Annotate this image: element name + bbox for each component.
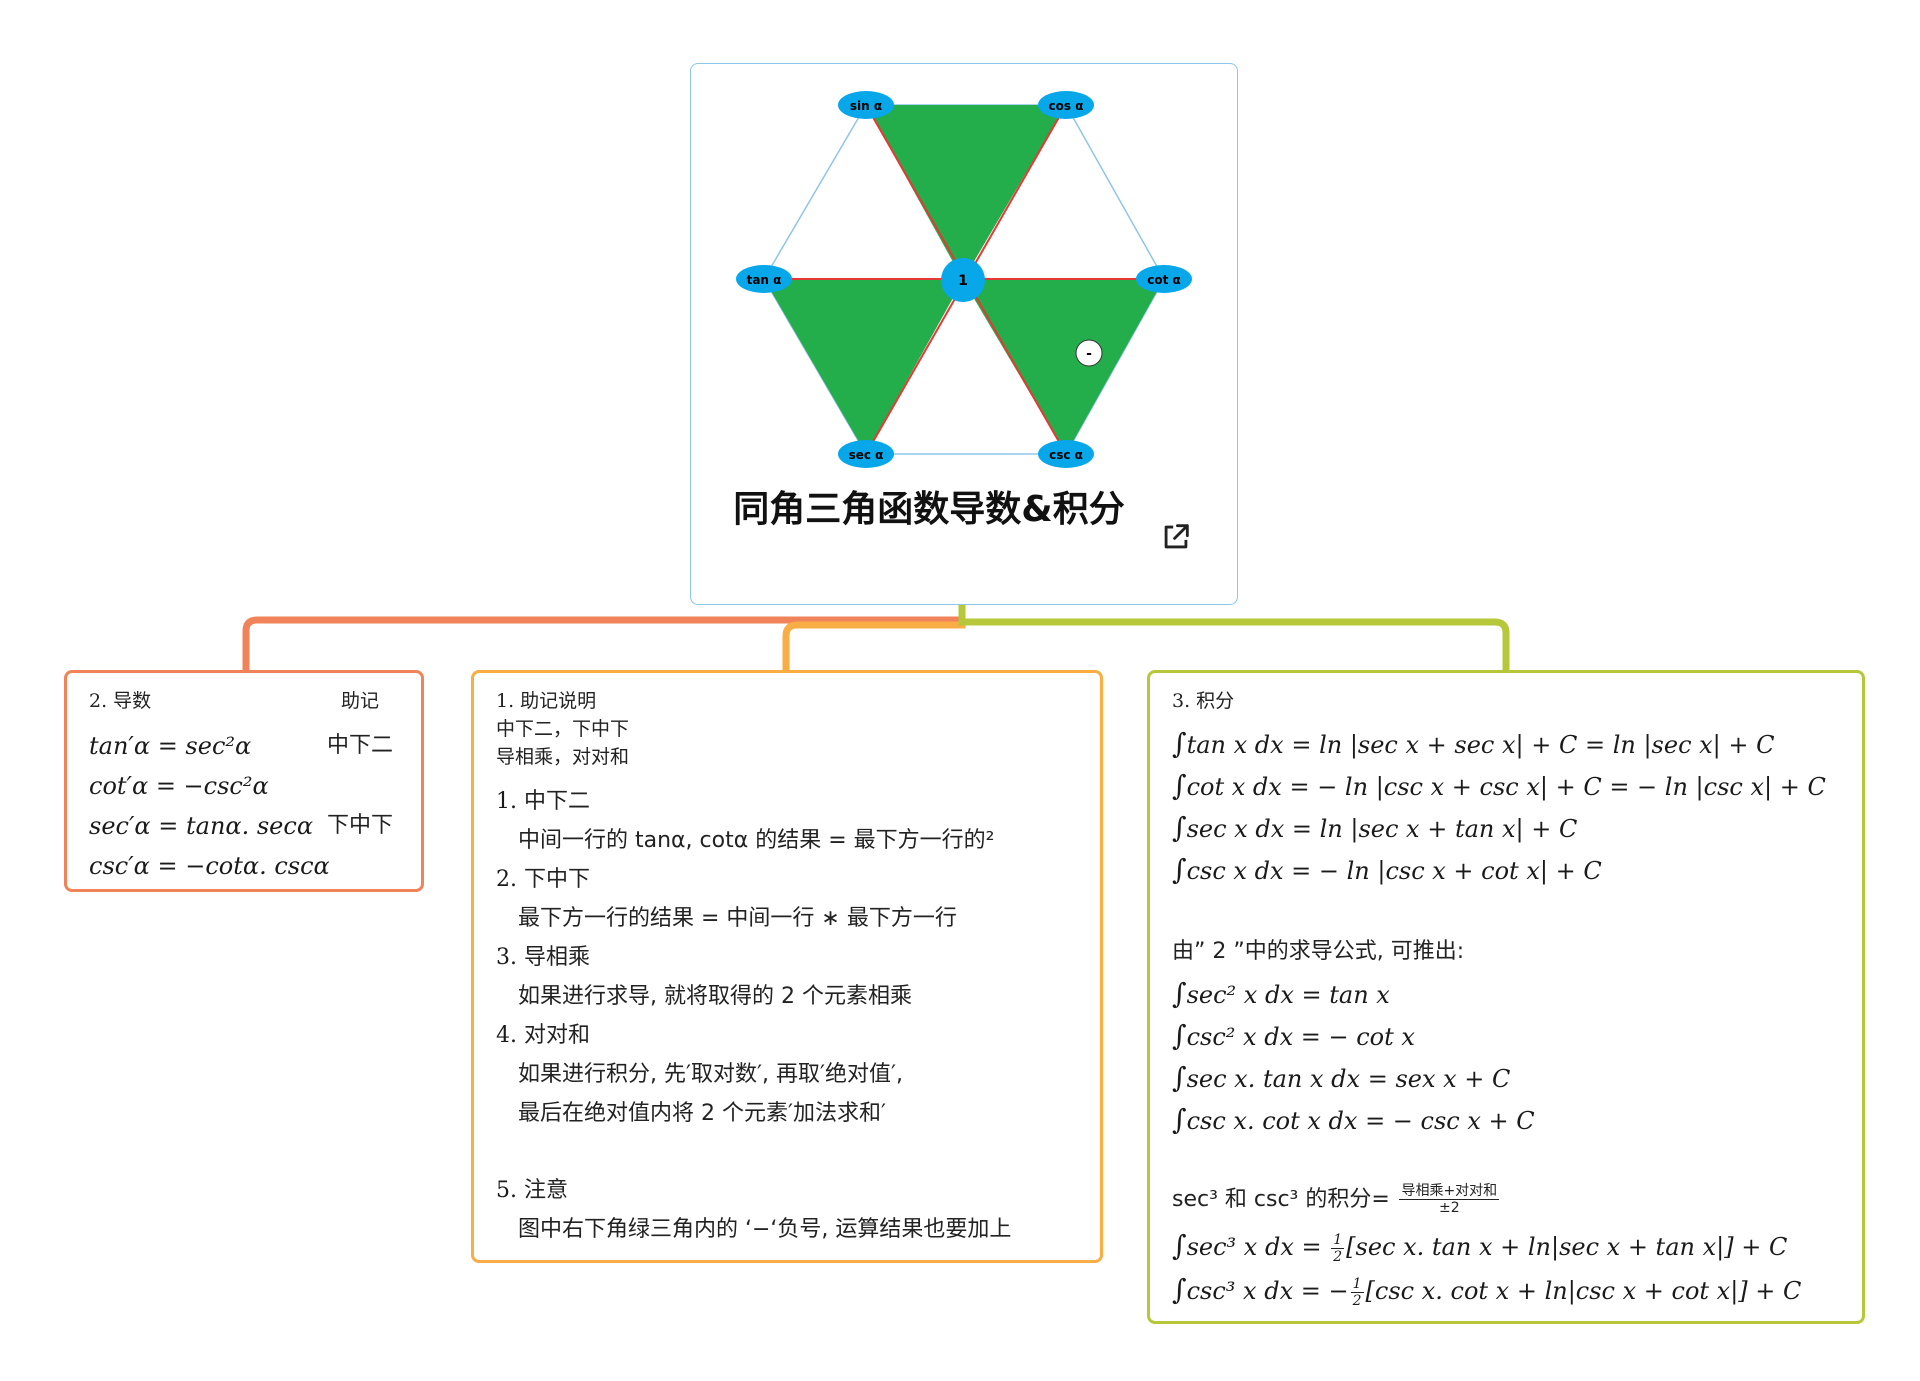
node-cos: cos α — [1038, 91, 1094, 119]
integral-cube-intro: sec³ 和 csc³ 的积分= 导相乘+对对和 ±2 — [1172, 1183, 1500, 1216]
node-cot: cot α — [1136, 265, 1192, 293]
node-csc: csc α — [1038, 440, 1094, 468]
branch-integral[interactable]: 3. 积分 ∫tan x dx = ln |sec x + sec x| + C… — [1147, 670, 1865, 1324]
triangle-top — [866, 105, 1066, 280]
mnemonic-item-3-desc: 如果进行求导, 就将取得的 2 个元素相乘 — [518, 984, 912, 1009]
svg-text:cot α: cot α — [1147, 273, 1181, 287]
cube-fraction: 导相乘+对对和 ±2 — [1399, 1183, 1500, 1216]
node-tan: tan α — [736, 265, 792, 293]
node-sec: sec α — [838, 440, 894, 468]
connector-mnemonic — [782, 605, 966, 670]
connector-integral — [958, 605, 1510, 670]
mnemonic-item-3: 3. 导相乘 — [496, 945, 591, 970]
svg-text:tan α: tan α — [747, 273, 782, 287]
svg-text:sec α: sec α — [849, 448, 884, 462]
integral-formula-3: ∫sec x dx = ln |sec x + tan x| + C — [1172, 811, 1578, 844]
mnemonic-item-1: 1. 中下二 — [496, 789, 591, 814]
derivative-formula-3: sec′α = tanα. secα — [89, 812, 314, 840]
derivative-formula-2: cot′α = −csc²α — [89, 772, 269, 800]
integral-formula-2: ∫cot x dx = − ln |csc x + csc x| + C = −… — [1172, 769, 1826, 802]
branch-derivative[interactable]: 2. 导数 助记 tan′α = sec²α 中下二 cot′α = −csc²… — [64, 670, 424, 892]
mnemonic-item-2: 2. 下中下 — [496, 867, 591, 892]
svg-text:csc α: csc α — [1049, 448, 1083, 462]
hexagon-diagram: sin α cos α tan α cot α sec α csc α 1 - — [736, 91, 1192, 468]
integral-cube-csc: ∫csc³ x dx = −1 2 [csc x. cot x + ln|csc x… — [1172, 1273, 1802, 1309]
derivative-heading: 2. 导数 — [89, 690, 152, 712]
derivative-mnemonic-heading: 助记 — [341, 690, 380, 712]
derivative-note-1: 中下二 — [327, 733, 394, 758]
svg-text:sin α: sin α — [850, 99, 882, 113]
svg-text:cos α: cos α — [1049, 99, 1084, 113]
mnemonic-item-5: 5. 注意 — [496, 1178, 569, 1203]
derivative-formula-1: tan′α = sec²α — [89, 732, 252, 760]
integral-derived-intro: 由” 2 ”中的求导公式, 可推出: — [1172, 939, 1465, 964]
mnemonic-item-4-desc-1: 如果进行积分, 先′取对数′, 再取′绝对值′, — [518, 1062, 903, 1087]
minus-marker: - — [1075, 339, 1103, 367]
mnemonic-item-4-desc-2: 最后在绝对值内将 2 个元素′加法求和′ — [518, 1101, 886, 1126]
node-one: 1 — [941, 258, 985, 302]
integral-derived-3: ∫sec x. tan x dx = sex x + C — [1172, 1061, 1511, 1094]
triangle-right — [963, 279, 1164, 454]
mnemonic-heading-2: 中下二，下中下 — [496, 718, 630, 740]
integral-heading: 3. 积分 — [1172, 690, 1235, 712]
mnemonic-item-4: 4. 对对和 — [496, 1023, 591, 1048]
derivative-note-3: 下中下 — [327, 813, 394, 838]
mnemonic-heading-3: 导相乘，对对和 — [496, 746, 630, 768]
svg-text:-: - — [1086, 346, 1092, 362]
integral-formula-1: ∫tan x dx = ln |sec x + sec x| + C = ln … — [1172, 727, 1775, 760]
mnemonic-item-5-desc: 图中右下角绿三角内的 ‘−‘负号, 运算结果也要加上 — [518, 1217, 1012, 1242]
connector-derivative — [242, 605, 966, 670]
integral-derived-2: ∫csc² x dx = − cot x — [1172, 1019, 1415, 1052]
node-sin: sin α — [838, 91, 894, 119]
integral-cube-sec: ∫sec³ x dx = 1 2 [sec x. tan x + ln|sec x … — [1172, 1229, 1788, 1265]
integral-derived-4: ∫csc x. cot x dx = − csc x + C — [1172, 1103, 1535, 1136]
svg-text:1: 1 — [958, 273, 968, 289]
mnemonic-item-1-desc: 中间一行的 tanα, cotα 的结果 = 最下方一行的² — [518, 828, 995, 853]
mnemonic-item-2-desc: 最下方一行的结果 = 中间一行 ∗ 最下方一行 — [518, 906, 957, 931]
branch-mnemonic[interactable]: 1. 助记说明 中下二，下中下 导相乘，对对和 1. 中下二 中间一行的 tan… — [471, 670, 1103, 1263]
central-node[interactable]: sin α cos α tan α cot α sec α csc α 1 - — [690, 63, 1238, 605]
mnemonic-heading-1: 1. 助记说明 — [496, 690, 597, 712]
central-title: 同角三角函数导数&积分 — [733, 489, 1125, 530]
derivative-formula-4: csc′α = −cotα. cscα — [89, 852, 330, 880]
triangle-left — [764, 279, 963, 454]
integral-formula-4: ∫csc x dx = − ln |csc x + cot x| + C — [1172, 853, 1602, 886]
external-link-icon[interactable] — [1159, 520, 1193, 554]
integral-derived-1: ∫sec² x dx = tan x — [1172, 977, 1390, 1010]
